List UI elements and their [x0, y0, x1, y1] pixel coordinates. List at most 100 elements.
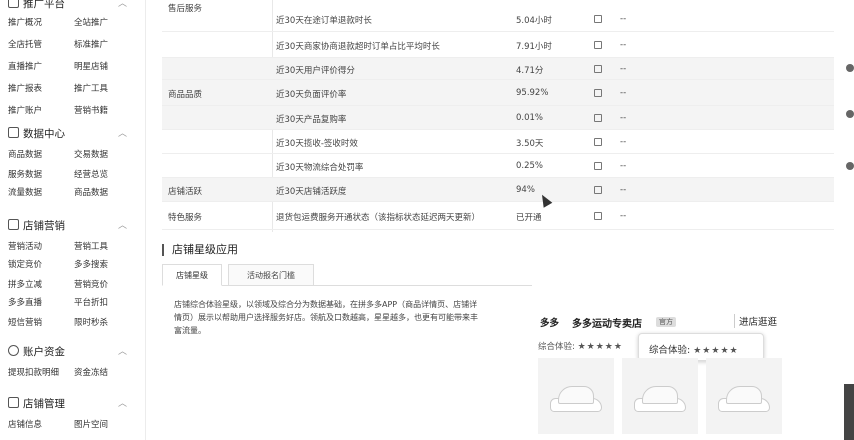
tab-store-rating[interactable]: 店铺星级 — [162, 264, 222, 286]
checkbox[interactable] — [594, 186, 602, 194]
product-image[interactable] — [538, 358, 614, 434]
tooltip-text: 综合体验: ★★★★★ — [649, 345, 739, 356]
category-cell: 特色服务 — [168, 213, 203, 223]
section-title: 店铺星级应用 — [162, 244, 238, 256]
sidebar-item[interactable]: 交易数据 — [74, 148, 108, 160]
sidebar-item[interactable]: 限时秒杀 — [74, 316, 108, 328]
checkbox[interactable] — [594, 114, 602, 122]
metric-value: 已开通 — [516, 213, 542, 223]
sidebar-item[interactable]: 短信营销 — [8, 316, 42, 328]
metric-value: 3.50天 — [516, 139, 544, 149]
main-content: 售后服务 近30天在途订单退款时长 5.04小时 -- 近30天商家协商退款超时… — [146, 0, 854, 440]
sidebar-item[interactable]: 营销竞价 — [74, 278, 108, 290]
chevron-up-icon[interactable]: ︿ — [118, 0, 127, 9]
chevron-up-icon[interactable]: ︿ — [118, 126, 127, 139]
metric-value: 0.25% — [516, 161, 544, 171]
metric-name: 近30天揽收-签收时效 — [276, 139, 358, 149]
tab-activity-threshold[interactable]: 活动报名门槛 — [228, 264, 314, 286]
sidebar-item[interactable]: 图片空间 — [74, 418, 108, 430]
metric-value: 5.04小时 — [516, 16, 552, 26]
sidebar-item[interactable]: 标准推广 — [74, 38, 108, 50]
sidebar-item[interactable]: 经营总览 — [74, 168, 108, 180]
checkbox[interactable] — [594, 41, 602, 49]
sidebar-item[interactable]: 店铺信息 — [8, 418, 42, 430]
category-cell: 商品品质 — [168, 90, 203, 100]
checkbox[interactable] — [594, 212, 602, 220]
sidebar-item[interactable]: 平台折扣 — [74, 296, 108, 308]
sidebar-section-header[interactable]: 账户资金 ︿ — [8, 344, 127, 360]
funds-icon — [8, 345, 19, 356]
sidebar-item[interactable]: 多多直播 — [8, 296, 42, 308]
rating-tooltip: 综合体验: ★★★★★ — [638, 333, 764, 361]
metric-name: 近30天在途订单退款时长 — [276, 16, 372, 26]
sidebar: 推广平台 ︿ 推广概况 全站推广 全店托管 标准推广 直播推广 明星店铺 推广报… — [0, 0, 146, 440]
sidebar-item[interactable]: 推广工具 — [74, 82, 108, 94]
checkbox[interactable] — [594, 162, 602, 170]
metric-value: 7.91小时 — [516, 42, 552, 52]
help-dot-icon[interactable] — [846, 162, 854, 170]
table-row: 近30天物流综合处罚率 0.25% -- — [162, 154, 834, 178]
metric-value: 0.01% — [516, 113, 544, 123]
sidebar-item[interactable]: 营销活动 — [8, 240, 42, 252]
sidebar-item[interactable]: 推广报表 — [8, 82, 42, 94]
sidebar-section-header[interactable]: 店铺营销 ︿ — [8, 218, 127, 234]
metrics-table: 售后服务 近30天在途订单退款时长 5.04小时 -- 近30天商家协商退款超时… — [146, 0, 854, 234]
metric-target: -- — [620, 64, 627, 74]
table-row: 近30天用户评价得分 4.71分 -- — [162, 58, 834, 80]
metric-name: 近30天商家协商退款超时订单占比平均时长 — [276, 42, 440, 52]
product-image[interactable] — [706, 358, 782, 434]
sidebar-item[interactable]: 提现扣款明细 — [8, 366, 59, 378]
brand-label: 多多 — [540, 318, 560, 329]
metric-name: 近30天店铺活跃度 — [276, 187, 347, 197]
sidebar-item[interactable]: 全店托管 — [8, 38, 42, 50]
sidebar-item[interactable]: 多多搜索 — [74, 258, 108, 270]
help-dot-icon[interactable] — [846, 64, 854, 72]
sidebar-section-header[interactable]: 数据中心 ︿ — [8, 126, 127, 142]
sidebar-item[interactable]: 推广账户 — [8, 104, 42, 116]
star-rating-icon: ★★★★★ — [693, 346, 739, 356]
sidebar-item[interactable]: 全站推广 — [74, 16, 108, 28]
rating-row: 综合体验: ★★★★★ — [538, 340, 623, 352]
sidebar-item[interactable]: 推广概况 — [8, 16, 42, 28]
rating-label: 综合体验: — [538, 342, 575, 352]
store-name: 多多运动专卖店 — [572, 319, 642, 330]
help-dot-icon[interactable] — [846, 110, 854, 118]
page-root: 推广平台 ︿ 推广概况 全站推广 全店托管 标准推广 直播推广 明星店铺 推广报… — [0, 0, 854, 440]
sidebar-item[interactable]: 拼多立减 — [8, 278, 42, 290]
sidebar-item[interactable]: 营销工具 — [74, 240, 108, 252]
sidebar-item[interactable]: 营销书籍 — [74, 104, 108, 116]
product-image[interactable] — [622, 358, 698, 434]
sidebar-section-header[interactable]: 店铺管理 ︿ — [8, 396, 127, 412]
checkbox[interactable] — [594, 65, 602, 73]
sidebar-item[interactable]: 资金冻结 — [74, 366, 108, 378]
checkbox[interactable] — [594, 138, 602, 146]
checkbox[interactable] — [594, 15, 602, 23]
metric-target: -- — [620, 161, 627, 171]
visit-store-button[interactable]: 进店逛逛 — [734, 314, 777, 328]
table-row: 特色服务 退货包运费服务开通状态（该指标状态延迟两天更新） 已开通 -- — [162, 202, 834, 230]
metric-target: -- — [620, 14, 627, 24]
metric-name: 近30天负面评价率 — [276, 90, 347, 100]
checkbox[interactable] — [594, 89, 602, 97]
chevron-up-icon[interactable]: ︿ — [118, 218, 127, 231]
sidebar-item[interactable]: 商品数据 — [8, 148, 42, 160]
metric-value: 95.92% — [516, 88, 549, 98]
table-row: 近30天产品复购率 0.01% -- — [162, 106, 834, 130]
chevron-up-icon[interactable]: ︿ — [118, 344, 127, 357]
rating-description: 店铺综合体验星级，以领域及综合分为数据基础，在拼多多APP（商品详情页、店铺详情… — [174, 300, 478, 335]
sidebar-item[interactable]: 服务数据 — [8, 168, 42, 180]
metric-value: 94% — [516, 185, 535, 195]
sidebar-item[interactable]: 直播推广 — [8, 60, 42, 72]
sidebar-item[interactable]: 流量数据 — [8, 186, 42, 198]
chevron-up-icon[interactable]: ︿ — [118, 396, 127, 409]
sidebar-item[interactable]: 明星店铺 — [74, 60, 108, 72]
sidebar-section-header[interactable]: 推广平台 ︿ — [8, 0, 127, 12]
promotion-icon — [8, 0, 19, 8]
floating-help-button[interactable] — [844, 384, 854, 440]
metric-target: -- — [620, 185, 627, 195]
table-row: 店铺活跃 近30天店铺活跃度 94% -- — [162, 178, 834, 202]
sidebar-item[interactable]: 商品数据 — [74, 186, 108, 198]
metric-name: 近30天用户评价得分 — [276, 66, 355, 76]
metric-target: -- — [620, 137, 627, 147]
sidebar-item[interactable]: 锁定竞价 — [8, 258, 42, 270]
